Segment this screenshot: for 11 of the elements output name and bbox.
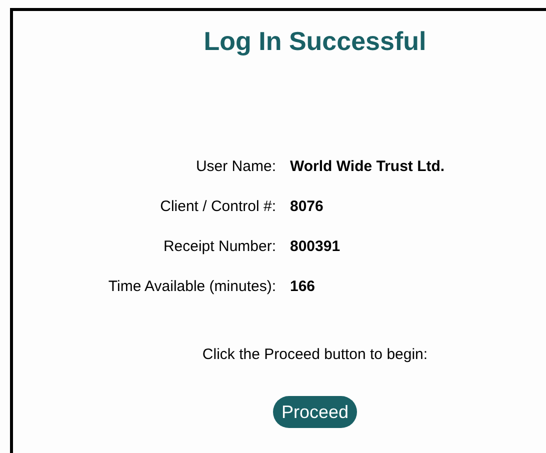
field-label: Time Available (minutes): (107, 278, 276, 296)
field-value: 800391 (290, 238, 342, 256)
proceed-button[interactable]: Proceed (273, 396, 357, 428)
field-value: World Wide Trust Ltd. (290, 158, 445, 176)
field-value: 8076 (290, 198, 324, 216)
field-label: Receipt Number: (162, 238, 276, 256)
instruction-text: Click the Proceed button to begin: (202, 346, 428, 364)
field-value: 166 (290, 278, 316, 296)
field-label: Client / Control #: (159, 198, 276, 216)
field-label: User Name: (194, 158, 276, 176)
page-title: Log In Successful (204, 25, 426, 57)
